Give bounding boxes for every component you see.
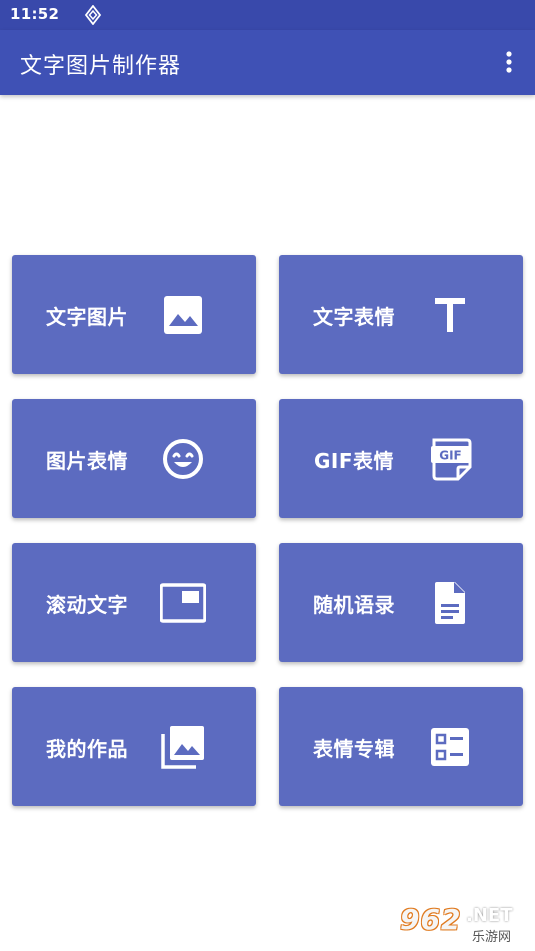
gif-file-icon: GIF <box>427 436 473 482</box>
tile-random-quote[interactable]: 随机语录 <box>279 543 523 662</box>
picture-in-picture-icon <box>160 580 206 626</box>
watermark-number: 962 <box>400 903 462 936</box>
site-watermark: 962 .NET 乐游网 <box>396 901 530 947</box>
image-icon <box>160 292 206 338</box>
tile-image-emoji[interactable]: 图片表情 <box>12 399 256 518</box>
tile-label: 我的作品 <box>46 737 128 761</box>
notification-diamond-icon <box>84 4 102 26</box>
list-card-icon <box>427 724 473 770</box>
app-bar: 文字图片制作器 <box>0 30 535 95</box>
svg-text:GIF: GIF <box>439 449 462 463</box>
status-time: 11:52 <box>10 5 60 23</box>
watermark-sub: 乐游网 <box>470 926 514 945</box>
tile-label: 表情专辑 <box>313 737 395 761</box>
tile-text-emoji[interactable]: 文字表情 <box>279 255 523 374</box>
tile-label: 文字表情 <box>313 305 395 329</box>
tile-label: GIF表情 <box>313 449 395 473</box>
tile-label: 文字图片 <box>46 305 128 329</box>
text-t-icon <box>427 292 473 338</box>
status-bar: 11:52 <box>0 0 535 30</box>
tile-scroll-text[interactable]: 滚动文字 <box>12 543 256 662</box>
watermark-net: .NET <box>466 905 513 926</box>
more-vert-icon[interactable] <box>498 48 520 76</box>
smiley-icon <box>160 436 206 482</box>
tile-emoji-album[interactable]: 表情专辑 <box>279 687 523 806</box>
photo-library-icon <box>160 724 206 770</box>
tile-text-image[interactable]: 文字图片 <box>12 255 256 374</box>
tile-my-works[interactable]: 我的作品 <box>12 687 256 806</box>
app-title: 文字图片制作器 <box>20 54 182 79</box>
tile-label: 滚动文字 <box>46 593 128 617</box>
tile-label: 图片表情 <box>46 449 128 473</box>
document-icon <box>427 580 473 626</box>
tile-gif-emoji[interactable]: GIF表情 GIF <box>279 399 523 518</box>
tile-label: 随机语录 <box>313 593 395 617</box>
